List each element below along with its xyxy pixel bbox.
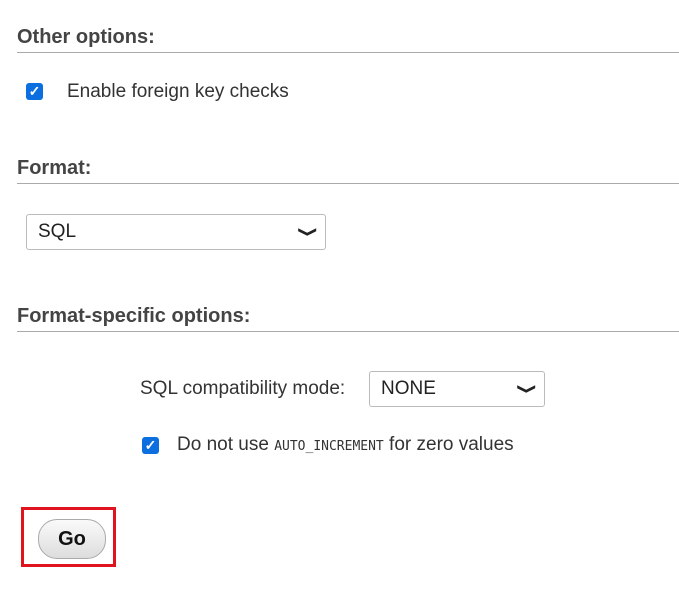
format-heading: Format:: [17, 157, 679, 184]
other-options-heading: Other options:: [17, 26, 679, 53]
format-specific-heading: Format-specific options:: [17, 305, 679, 332]
ai-prefix: Do not use: [177, 434, 269, 455]
foreign-key-label: Enable foreign key checks: [67, 81, 289, 102]
go-button[interactable]: Go: [38, 519, 106, 559]
format-value: SQL: [38, 221, 77, 242]
compat-label: SQL compatibility mode:: [140, 378, 346, 399]
compat-value: NONE: [381, 378, 436, 399]
auto-increment-checkbox[interactable]: ✓: [142, 437, 159, 454]
auto-increment-label: Do not use AUTO_INCREMENT for zero value…: [177, 434, 514, 456]
ai-code: AUTO_INCREMENT: [274, 439, 384, 454]
format-select[interactable]: SQL ❯: [26, 214, 326, 250]
foreign-key-checkbox[interactable]: ✓: [26, 83, 43, 100]
chevron-down-icon: ❯: [517, 383, 539, 395]
compat-select[interactable]: NONE ❯: [369, 371, 545, 407]
ai-suffix: for zero values: [389, 434, 514, 455]
chevron-down-icon: ❯: [298, 226, 320, 238]
